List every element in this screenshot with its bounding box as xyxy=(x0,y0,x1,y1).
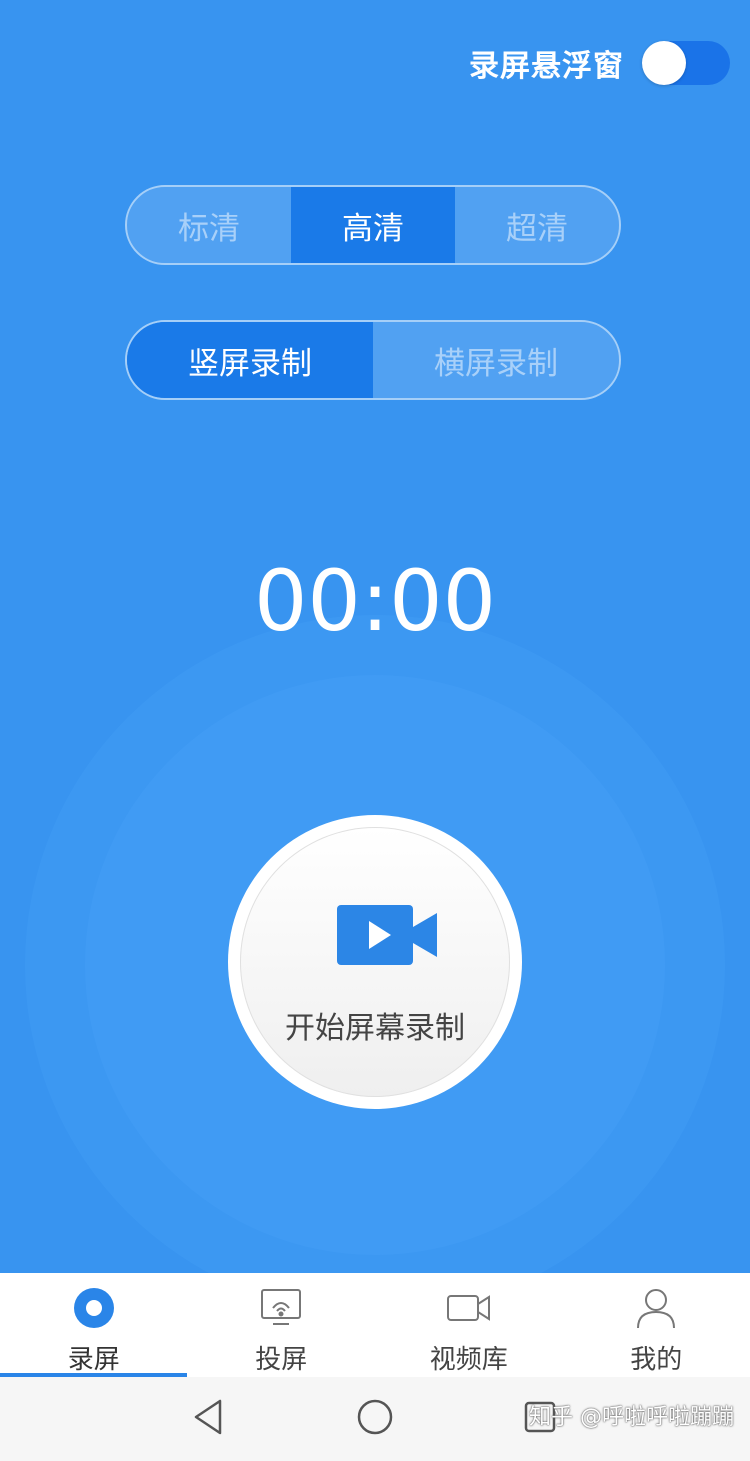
floating-window-label: 录屏悬浮窗 xyxy=(469,49,624,84)
tab-record-label: 录屏 xyxy=(67,1345,120,1375)
start-recording-face: 开始屏幕录制 xyxy=(240,827,510,1097)
tab-record[interactable]: 录屏 xyxy=(0,1273,188,1377)
floating-window-toggle[interactable] xyxy=(642,41,730,85)
tab-cast[interactable]: 投屏 xyxy=(188,1273,376,1377)
start-recording-label: 开始屏幕录制 xyxy=(285,1011,465,1046)
tab-video-library[interactable]: 视频库 xyxy=(375,1273,563,1377)
tab-profile-label: 我的 xyxy=(630,1345,683,1375)
tab-video-library-label: 视频库 xyxy=(429,1345,508,1375)
tab-cast-label: 投屏 xyxy=(255,1345,308,1375)
start-recording-button[interactable]: 开始屏幕录制 xyxy=(228,815,522,1109)
cast-screen-icon xyxy=(259,1285,303,1331)
video-camera-play-icon xyxy=(337,905,437,965)
toggle-knob xyxy=(642,41,686,85)
floating-window-setting: 录屏悬浮窗 xyxy=(469,40,730,86)
back-icon[interactable] xyxy=(190,1397,226,1437)
record-icon xyxy=(72,1285,116,1331)
orientation-option-landscape[interactable]: 横屏录制 xyxy=(373,322,619,398)
recording-timer: 00:00 xyxy=(253,552,497,650)
video-library-icon xyxy=(446,1285,492,1331)
home-icon[interactable] xyxy=(355,1397,395,1437)
bottom-tab-bar: 录屏 投屏 视频库 我的 xyxy=(0,1273,750,1377)
quality-selector: 标清 高清 超清 xyxy=(125,185,621,265)
quality-option-sd[interactable]: 标清 xyxy=(127,187,291,263)
system-navigation-bar: 知乎 @呼啦呼啦蹦蹦 xyxy=(0,1377,750,1461)
quality-option-uhd[interactable]: 超清 xyxy=(455,187,619,263)
record-screen: 录屏悬浮窗 标清 高清 超清 竖屏录制 横屏录制 00:00 开始屏幕录制 xyxy=(0,0,750,1273)
profile-icon xyxy=(634,1285,678,1331)
quality-option-hd[interactable]: 高清 xyxy=(291,187,455,263)
orientation-option-portrait[interactable]: 竖屏录制 xyxy=(127,322,373,398)
orientation-selector: 竖屏录制 横屏录制 xyxy=(125,320,621,400)
watermark: 知乎 @呼啦呼啦蹦蹦 xyxy=(529,1405,734,1430)
tab-profile[interactable]: 我的 xyxy=(563,1273,750,1377)
